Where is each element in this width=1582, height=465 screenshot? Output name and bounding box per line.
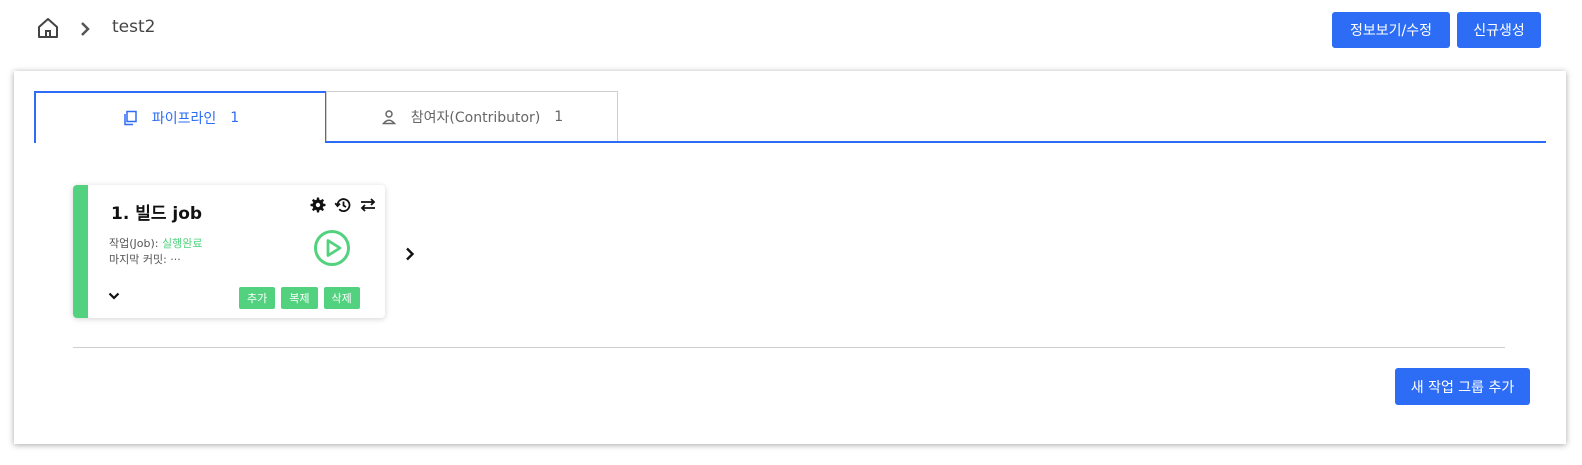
main-panel: 파이프라인 1 참여자(Contributor) 1 1. 빌드 job 작업(…: [14, 71, 1566, 444]
tab-contributor[interactable]: 참여자(Contributor) 1: [326, 91, 618, 141]
play-icon[interactable]: [313, 229, 351, 267]
job-title: 1. 빌드 job: [111, 204, 203, 224]
user-icon: [381, 109, 396, 124]
job-status-value: 실행완료: [161, 237, 203, 250]
card-actions: 추가 복제 삭제: [239, 287, 360, 309]
tab-contributor-count: 1: [554, 108, 564, 125]
tab-pipeline[interactable]: 파이프라인 1: [34, 91, 327, 143]
card-toolbar: [309, 196, 377, 214]
home-icon[interactable]: [36, 16, 60, 40]
tab-underline: [326, 141, 1546, 143]
history-icon[interactable]: [334, 196, 352, 214]
divider: [73, 347, 1505, 348]
job-status-line: 작업(Job): 실행완료: [109, 236, 202, 252]
chevron-down-icon[interactable]: [107, 289, 121, 303]
chevron-right-icon: [81, 22, 90, 36]
tab-pipeline-count: 1: [230, 110, 240, 126]
add-job-button[interactable]: 추가: [239, 287, 276, 309]
card-status-bar: [73, 185, 88, 318]
top-bar: test2 정보보기/수정 신규생성: [0, 0, 1582, 60]
add-job-group-button[interactable]: 새 작업 그룹 추가: [1395, 368, 1530, 405]
tab-contributor-label: 참여자(Contributor): [410, 109, 541, 126]
tab-pipeline-label: 파이프라인: [151, 111, 217, 127]
gear-icon[interactable]: [309, 196, 327, 214]
delete-job-button[interactable]: 삭제: [323, 287, 360, 309]
duplicate-job-button[interactable]: 복제: [281, 287, 318, 309]
chevron-right-icon[interactable]: [404, 246, 416, 262]
job-card: 1. 빌드 job 작업(Job): 실행완료 마지막 커밋: ··· 추가 복…: [73, 185, 385, 318]
job-status-label: 작업(Job):: [109, 237, 162, 250]
job-meta: 작업(Job): 실행완료 마지막 커밋: ···: [109, 236, 202, 268]
breadcrumb-current: test2: [112, 17, 156, 37]
create-new-button[interactable]: 신규생성: [1457, 12, 1541, 48]
tab-bar: 파이프라인 1 참여자(Contributor) 1: [34, 91, 1546, 143]
last-commit: 마지막 커밋: ···: [109, 253, 181, 266]
swap-icon[interactable]: [359, 196, 377, 214]
copy-icon: [124, 110, 137, 126]
edit-info-button[interactable]: 정보보기/수정: [1332, 12, 1450, 48]
